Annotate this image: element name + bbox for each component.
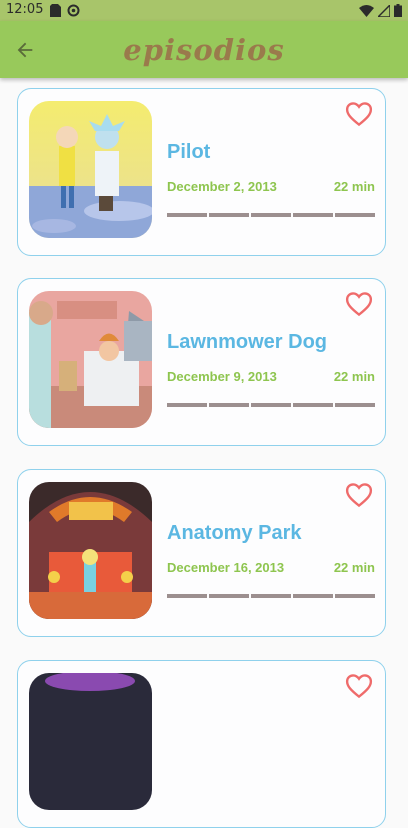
episode-duration: 22 min [333, 369, 375, 384]
rating-segment [335, 213, 375, 217]
episode-title: Pilot [167, 141, 211, 163]
heart-outline-icon[interactable] [343, 289, 375, 319]
rating-segment [335, 594, 375, 598]
rating-segment [251, 403, 291, 407]
rating-segment [209, 594, 249, 598]
episode-duration: 22 min [333, 179, 375, 194]
episode-duration: 22 min [333, 560, 375, 575]
sim-card-icon [50, 4, 61, 17]
status-bar: 12:05 [0, 0, 408, 21]
rating-segment [293, 403, 333, 407]
rating-segment [167, 213, 207, 217]
rating-segment [293, 213, 333, 217]
rating-segment [167, 403, 207, 407]
status-time: 12:05 [6, 2, 44, 17]
rating-segment [209, 403, 249, 407]
episode-air-date: December 2, 2013 [167, 179, 277, 194]
rating-segment [209, 213, 249, 217]
episode-card[interactable]: Anatomy Park December 16, 2013 22 min [17, 469, 386, 637]
episode-thumbnail [29, 673, 152, 810]
episode-thumbnail [29, 482, 152, 619]
rating-bar [167, 594, 375, 598]
episode-thumbnail [29, 291, 152, 428]
heart-outline-icon[interactable] [343, 480, 375, 510]
rating-bar [167, 213, 375, 217]
rating-segment [251, 213, 291, 217]
app-bar: episodios [0, 21, 408, 78]
signal-icon [378, 4, 390, 17]
episode-card[interactable] [17, 660, 386, 828]
sync-icon [67, 4, 80, 17]
wifi-icon [359, 4, 374, 17]
heart-outline-icon[interactable] [343, 671, 375, 701]
rating-segment [335, 403, 375, 407]
episode-card[interactable]: Pilot December 2, 2013 22 min [17, 88, 386, 256]
episode-title: Lawnmower Dog [167, 331, 328, 353]
episode-air-date: December 9, 2013 [167, 369, 277, 384]
rating-segment [167, 594, 207, 598]
battery-icon [394, 4, 402, 17]
page-title: episodios [123, 33, 285, 67]
heart-outline-icon[interactable] [343, 99, 375, 129]
episode-title: Anatomy Park [167, 522, 302, 544]
episode-card[interactable]: Lawnmower Dog December 9, 2013 22 min [17, 278, 386, 446]
rating-segment [251, 594, 291, 598]
rating-bar [167, 403, 375, 407]
episode-air-date: December 16, 2013 [167, 560, 285, 575]
rating-segment [293, 594, 333, 598]
episode-thumbnail [29, 101, 152, 238]
